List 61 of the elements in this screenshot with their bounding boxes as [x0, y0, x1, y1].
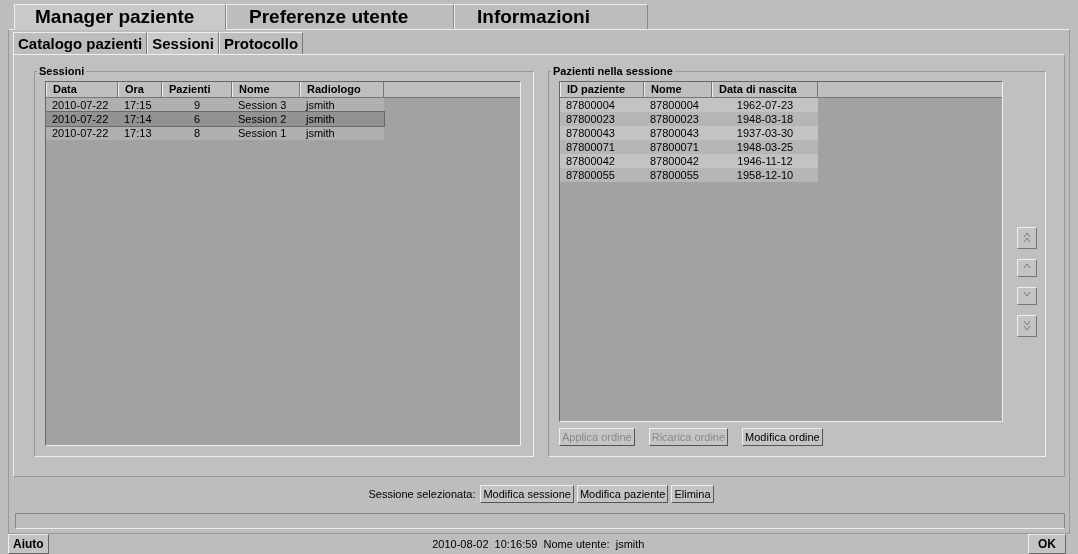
session-row[interactable]: 2010-07-22 17:14 6 Session 2 jsmith	[46, 112, 384, 126]
table-cell: 87800071	[644, 140, 712, 154]
table-cell: 1948-03-25	[712, 140, 818, 154]
help-button[interactable]: Aiuto	[8, 534, 49, 554]
group-title: Pazienti nella sessione	[552, 65, 674, 77]
ok-button[interactable]: OK	[1028, 534, 1066, 554]
order-button[interactable]: Modifica ordine	[742, 428, 823, 446]
move-up-button[interactable]	[1017, 258, 1037, 277]
table-cell: 87800055	[560, 168, 644, 182]
table-cell: 87800023	[644, 112, 712, 126]
table-cell: jsmith	[300, 98, 384, 112]
table-cell: 87800043	[560, 126, 644, 140]
table-cell: 87800023	[560, 112, 644, 126]
table-cell: jsmith	[300, 112, 384, 126]
column-header[interactable]: Radiologo	[300, 82, 384, 97]
sub-tab[interactable]: Sessioni	[147, 32, 219, 54]
table-cell: 1962-07-23	[712, 98, 818, 112]
move-bottom-button[interactable]	[1017, 314, 1037, 337]
main-tab[interactable]: Manager paziente	[14, 4, 226, 30]
table-cell: 17:14	[118, 112, 162, 126]
column-header[interactable]: Nome	[644, 82, 712, 97]
column-header[interactable]: Ora	[118, 82, 162, 97]
table-cell: 87800042	[644, 154, 712, 168]
column-header[interactable]: ID paziente	[560, 82, 644, 97]
table-cell: 9	[162, 98, 232, 112]
table-cell: 1946-11-12	[712, 154, 818, 168]
table-cell: 6	[162, 112, 232, 126]
sub-tab[interactable]: Protocollo	[218, 32, 304, 54]
main-tab[interactable]: Informazioni	[454, 4, 648, 30]
table-cell: 87800055	[644, 168, 712, 182]
column-header[interactable]: Nome	[232, 82, 300, 97]
session-row[interactable]: 2010-07-22 17:15 9 Session 3 jsmith	[46, 98, 520, 112]
chevron-icon	[1022, 231, 1032, 244]
table-cell: 1937-03-30	[712, 126, 818, 140]
table-cell: 87800043	[644, 126, 712, 140]
table-cell: 17:15	[118, 98, 162, 112]
group-title: Sessioni	[38, 65, 86, 77]
chevron-icon	[1022, 319, 1032, 332]
table-cell: 87800004	[644, 98, 712, 112]
table-cell: Session 2	[232, 112, 300, 126]
move-down-button[interactable]	[1017, 286, 1037, 305]
table-cell: 87800042	[560, 154, 644, 168]
status-text: 2010-08-02 10:16:59 Nome utente: jsmith	[431, 538, 646, 550]
column-header[interactable]: Data	[46, 82, 118, 97]
sub-tab[interactable]: Catalogo pazienti	[13, 32, 148, 54]
session-action-button[interactable]: Elimina	[671, 485, 714, 503]
session-action-button[interactable]: Modifica sessione	[480, 485, 574, 503]
session-action-button[interactable]: Modifica paziente	[576, 485, 669, 503]
column-header[interactable]: Data di nascita	[712, 82, 818, 97]
session-row[interactable]: 2010-07-22 17:13 8 Session 1 jsmith	[46, 126, 520, 140]
move-top-button[interactable]	[1017, 226, 1037, 249]
main-tab[interactable]: Preferenze utente	[226, 4, 454, 30]
table-cell: 1958-12-10	[712, 168, 818, 182]
table-cell: 1948-03-18	[712, 112, 818, 126]
column-header[interactable]: Pazienti	[162, 82, 232, 97]
table-cell: 87800004	[560, 98, 644, 112]
table-cell: 2010-07-22	[46, 98, 118, 112]
table-cell: 87800071	[560, 140, 644, 154]
table-cell: Session 3	[232, 98, 300, 112]
table-cell: 2010-07-22	[46, 112, 118, 126]
selected-session-label: Sessione selezionata:	[368, 488, 476, 500]
